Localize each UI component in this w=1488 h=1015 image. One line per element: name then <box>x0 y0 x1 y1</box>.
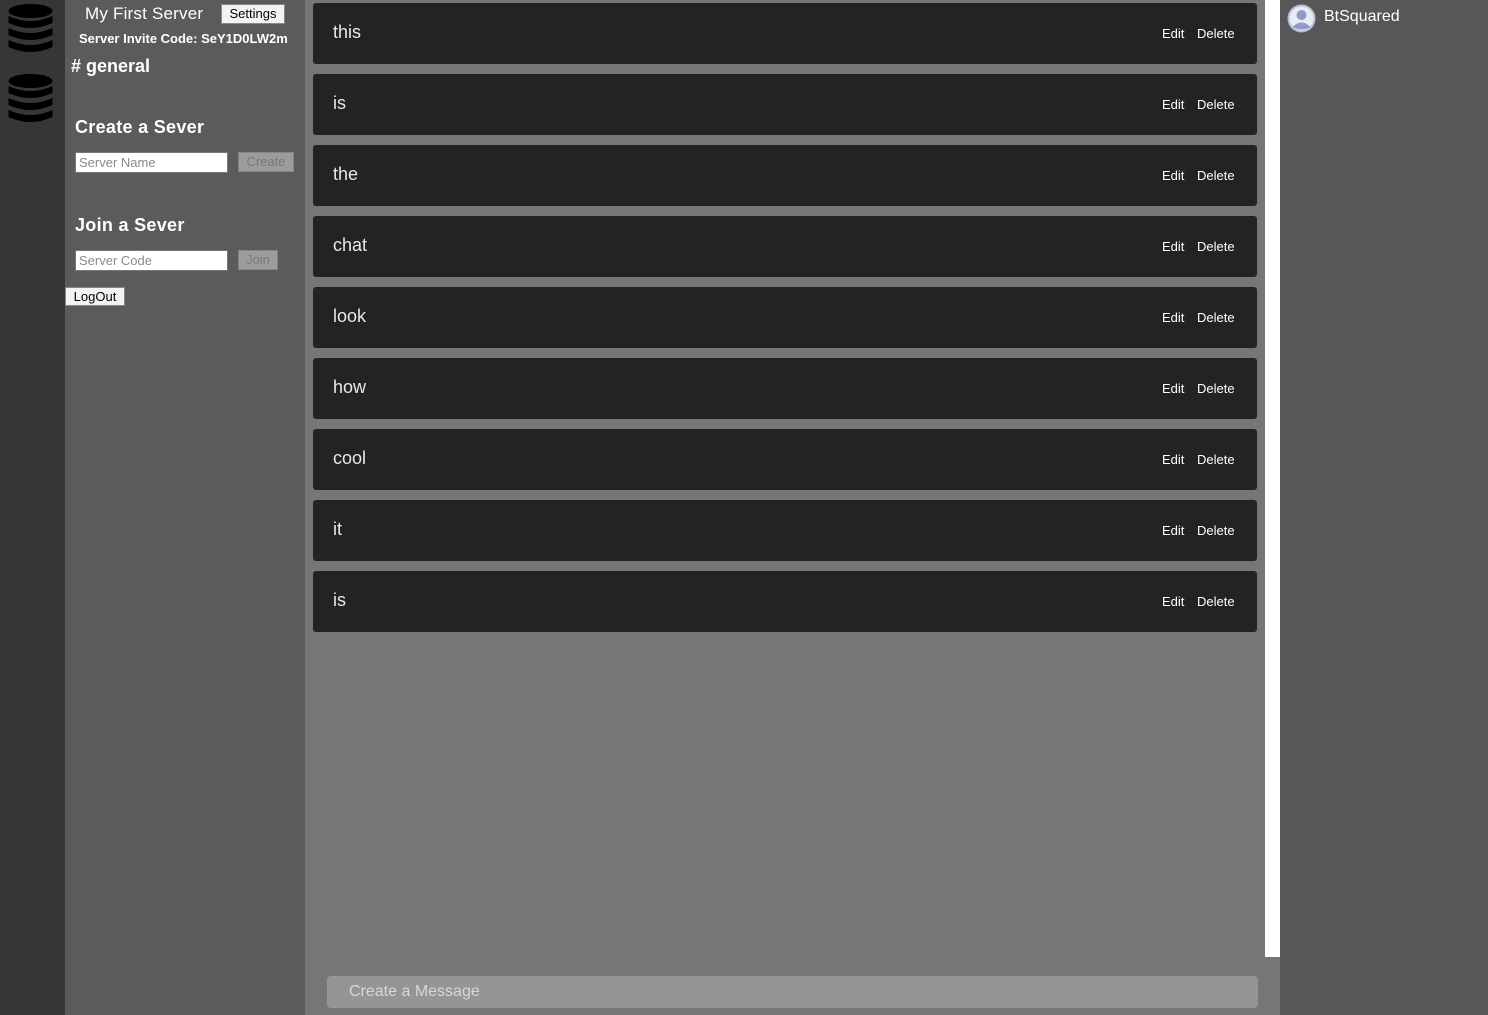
message-item: how Edit Delete <box>313 358 1257 419</box>
edit-message-button[interactable]: Edit <box>1162 239 1184 254</box>
message-text: the <box>333 164 359 184</box>
edit-message-button[interactable]: Edit <box>1162 97 1184 112</box>
message-list: this Edit Delete is Edit Delete the Edit Delete c… <box>313 3 1257 642</box>
message-item: look Edit Delete <box>313 287 1257 348</box>
edit-message-button[interactable]: Edit <box>1162 26 1184 41</box>
message-area: this Edit Delete is Edit Delete the Edit Delete c… <box>305 0 1280 1015</box>
channel-panel: My First Server Settings Server Invite C… <box>65 0 305 1015</box>
delete-message-button[interactable]: Delete <box>1197 310 1235 325</box>
message-item: cool Edit Delete <box>313 429 1257 490</box>
delete-message-button[interactable]: Delete <box>1197 594 1235 609</box>
channel-general[interactable]: # general <box>71 56 150 77</box>
server-code-input[interactable] <box>75 250 228 271</box>
server-invite-code: Server Invite Code: SeY1D0LW2m <box>79 31 288 46</box>
edit-message-button[interactable]: Edit <box>1162 452 1184 467</box>
join-server-heading: Join a Sever <box>75 215 185 235</box>
delete-message-button[interactable]: Delete <box>1197 97 1235 112</box>
edit-message-button[interactable]: Edit <box>1162 310 1184 325</box>
message-text: is <box>333 93 346 113</box>
server-title: My First Server <box>85 4 204 23</box>
members-panel: BtSquared <box>1280 0 1488 1015</box>
message-item: it Edit Delete <box>313 500 1257 561</box>
message-item: is Edit Delete <box>313 571 1257 632</box>
delete-message-button[interactable]: Delete <box>1197 26 1235 41</box>
message-item: chat Edit Delete <box>313 216 1257 277</box>
database-icon <box>8 74 53 122</box>
server-rail <box>0 0 65 1015</box>
message-text: this <box>333 22 362 42</box>
edit-message-button[interactable]: Edit <box>1162 594 1184 609</box>
delete-message-button[interactable]: Delete <box>1197 523 1235 538</box>
message-text: how <box>333 377 367 397</box>
message-text: chat <box>333 235 368 255</box>
server-database-icon-1[interactable] <box>8 3 53 55</box>
message-item: the Edit Delete <box>313 145 1257 206</box>
message-input[interactable] <box>327 976 1258 1008</box>
edit-message-button[interactable]: Edit <box>1162 523 1184 538</box>
message-text: is <box>333 590 346 610</box>
delete-message-button[interactable]: Delete <box>1197 168 1235 183</box>
message-text: cool <box>333 448 367 468</box>
message-item: is Edit Delete <box>313 74 1257 135</box>
delete-message-button[interactable]: Delete <box>1197 381 1235 396</box>
create-server-heading: Create a Sever <box>75 117 205 137</box>
message-item: this Edit Delete <box>313 3 1257 64</box>
member-name: BtSquared <box>1324 8 1400 25</box>
logout-button[interactable]: LogOut <box>65 287 125 306</box>
join-server-button[interactable]: Join <box>238 250 278 270</box>
server-name-input[interactable] <box>75 152 228 173</box>
scrollbar[interactable] <box>1265 0 1280 957</box>
delete-message-button[interactable]: Delete <box>1197 239 1235 254</box>
delete-message-button[interactable]: Delete <box>1197 452 1235 467</box>
edit-message-button[interactable]: Edit <box>1162 381 1184 396</box>
database-icon <box>8 4 53 52</box>
server-database-icon-2[interactable] <box>8 73 53 125</box>
create-server-button[interactable]: Create <box>238 152 294 172</box>
edit-message-button[interactable]: Edit <box>1162 168 1184 183</box>
message-text: look <box>333 306 367 326</box>
settings-button[interactable]: Settings <box>221 4 285 24</box>
message-text: it <box>333 519 342 539</box>
user-avatar-icon <box>1287 4 1316 33</box>
